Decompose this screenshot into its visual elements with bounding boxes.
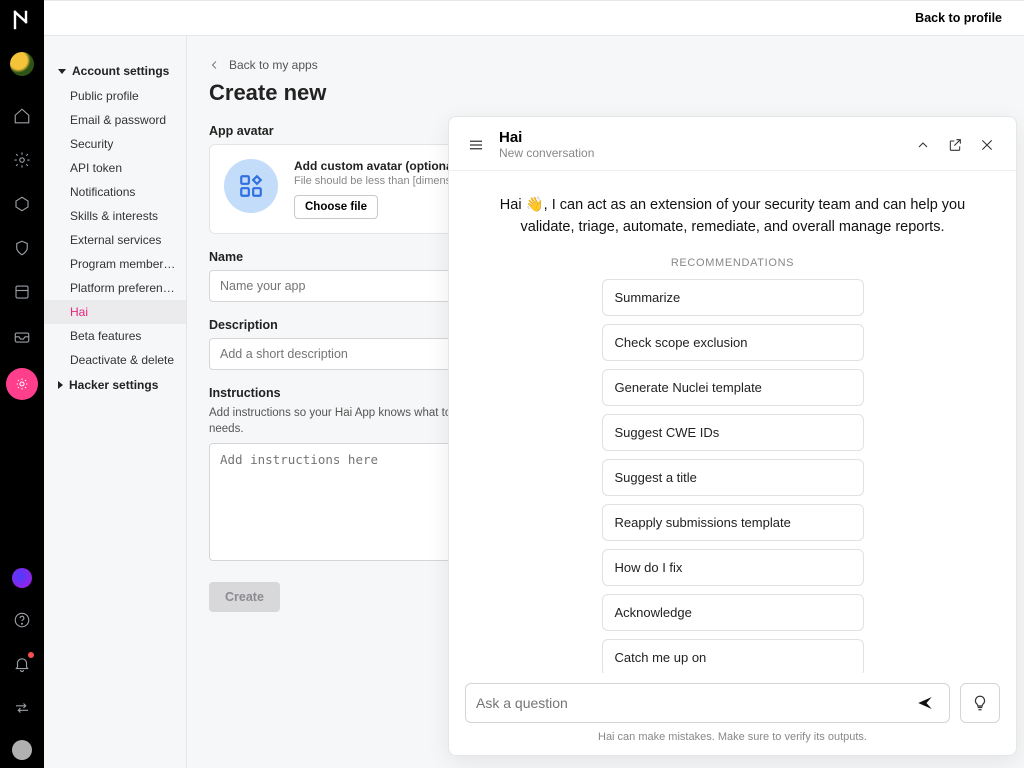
sidebar-item[interactable]: Security — [44, 132, 186, 156]
sidebar-item[interactable]: Beta features — [44, 324, 186, 348]
hai-title: Hai — [499, 129, 904, 146]
hacker-settings-head[interactable]: Hacker settings — [44, 372, 186, 398]
back-label: Back to my apps — [229, 58, 318, 72]
ask-box — [465, 683, 950, 723]
create-button[interactable]: Create — [209, 582, 280, 612]
sidebar-item[interactable]: Program membersh... — [44, 252, 186, 276]
intro-prefix: Hai — [500, 197, 526, 213]
sidebar-item[interactable]: Public profile — [44, 84, 186, 108]
recommendation-item[interactable]: Generate Nuclei template — [602, 369, 864, 406]
gear-icon[interactable] — [10, 148, 34, 172]
back-to-apps-link[interactable]: Back to my apps — [209, 58, 994, 72]
caret-right-icon — [58, 381, 63, 389]
recommendation-item[interactable]: Acknowledge — [602, 594, 864, 631]
sidebar-item[interactable]: API token — [44, 156, 186, 180]
recommendation-item[interactable]: Suggest a title — [602, 459, 864, 496]
settings-sidebar: Account settings Public profileEmail & p… — [44, 36, 186, 768]
collapse-icon[interactable] — [910, 132, 936, 158]
account-settings-head[interactable]: Account settings — [44, 58, 186, 84]
inbox-icon[interactable] — [10, 324, 34, 348]
intro-suffix: , I can act as an extension of your secu… — [521, 197, 966, 235]
dashboard-icon[interactable] — [10, 280, 34, 304]
swap-icon[interactable] — [10, 696, 34, 720]
lightbulb-icon[interactable] — [960, 683, 1000, 723]
ai-orb-icon[interactable] — [12, 568, 32, 588]
recommendation-item[interactable]: Summarize — [602, 279, 864, 316]
recommendation-item[interactable]: Catch me up on — [602, 639, 864, 674]
sidebar-item[interactable]: Email & password — [44, 108, 186, 132]
hai-body: Hai 👋, I can act as an extension of your… — [449, 171, 1016, 673]
close-icon[interactable] — [974, 132, 1000, 158]
recommendation-item[interactable]: Check scope exclusion — [602, 324, 864, 361]
choose-file-button[interactable]: Choose file — [294, 195, 378, 219]
hai-footer: Hai can make mistakes. Make sure to veri… — [449, 673, 1016, 755]
section-label: Account settings — [72, 64, 169, 78]
hai-subtitle: New conversation — [499, 146, 904, 160]
recommendations-list: Summarize Check scope exclusion Generate N… — [499, 279, 966, 674]
hai-disclaimer: Hai can make mistakes. Make sure to veri… — [465, 731, 1000, 743]
hai-panel: Hai New conversation Hai 👋, I can act as… — [448, 116, 1017, 756]
hai-header: Hai New conversation — [449, 117, 1016, 171]
sidebar-item[interactable]: Notifications — [44, 180, 186, 204]
page-title: Create new — [209, 80, 994, 106]
help-icon[interactable] — [10, 608, 34, 632]
home-icon[interactable] — [10, 104, 34, 128]
sidebar-item[interactable]: Hai — [44, 300, 186, 324]
hexagon-icon[interactable] — [10, 192, 34, 216]
external-link-icon[interactable] — [942, 132, 968, 158]
hamburger-icon[interactable] — [465, 134, 487, 156]
sidebar-item[interactable]: Platform preferences — [44, 276, 186, 300]
hai-intro: Hai 👋, I can act as an extension of your… — [499, 195, 966, 239]
wave-emoji: 👋 — [526, 195, 544, 217]
brand-logo[interactable] — [8, 6, 36, 34]
sidebar-item[interactable]: Deactivate & delete — [44, 348, 186, 372]
recommendation-item[interactable]: Suggest CWE IDs — [602, 414, 864, 451]
bell-icon[interactable] — [10, 652, 34, 676]
user-avatar-small[interactable] — [12, 740, 32, 760]
section-label: Hacker settings — [69, 378, 158, 392]
shield-icon[interactable] — [10, 236, 34, 260]
recommendation-item[interactable]: Reapply submissions template — [602, 504, 864, 541]
profile-avatar[interactable] — [10, 52, 34, 76]
sidebar-item[interactable]: Skills & interests — [44, 204, 186, 228]
hai-launcher-icon[interactable] — [6, 368, 38, 400]
topbar: Back to profile — [44, 0, 1024, 36]
ask-input[interactable] — [476, 695, 911, 711]
avatar-placeholder-icon — [224, 159, 278, 213]
left-rail — [0, 0, 44, 768]
caret-down-icon — [58, 69, 66, 74]
back-to-profile-link[interactable]: Back to profile — [915, 11, 1002, 25]
recommendations-heading: RECOMMENDATIONS — [499, 257, 966, 269]
send-icon[interactable] — [911, 689, 939, 717]
recommendation-item[interactable]: How do I fix — [602, 549, 864, 586]
sidebar-item[interactable]: External services — [44, 228, 186, 252]
